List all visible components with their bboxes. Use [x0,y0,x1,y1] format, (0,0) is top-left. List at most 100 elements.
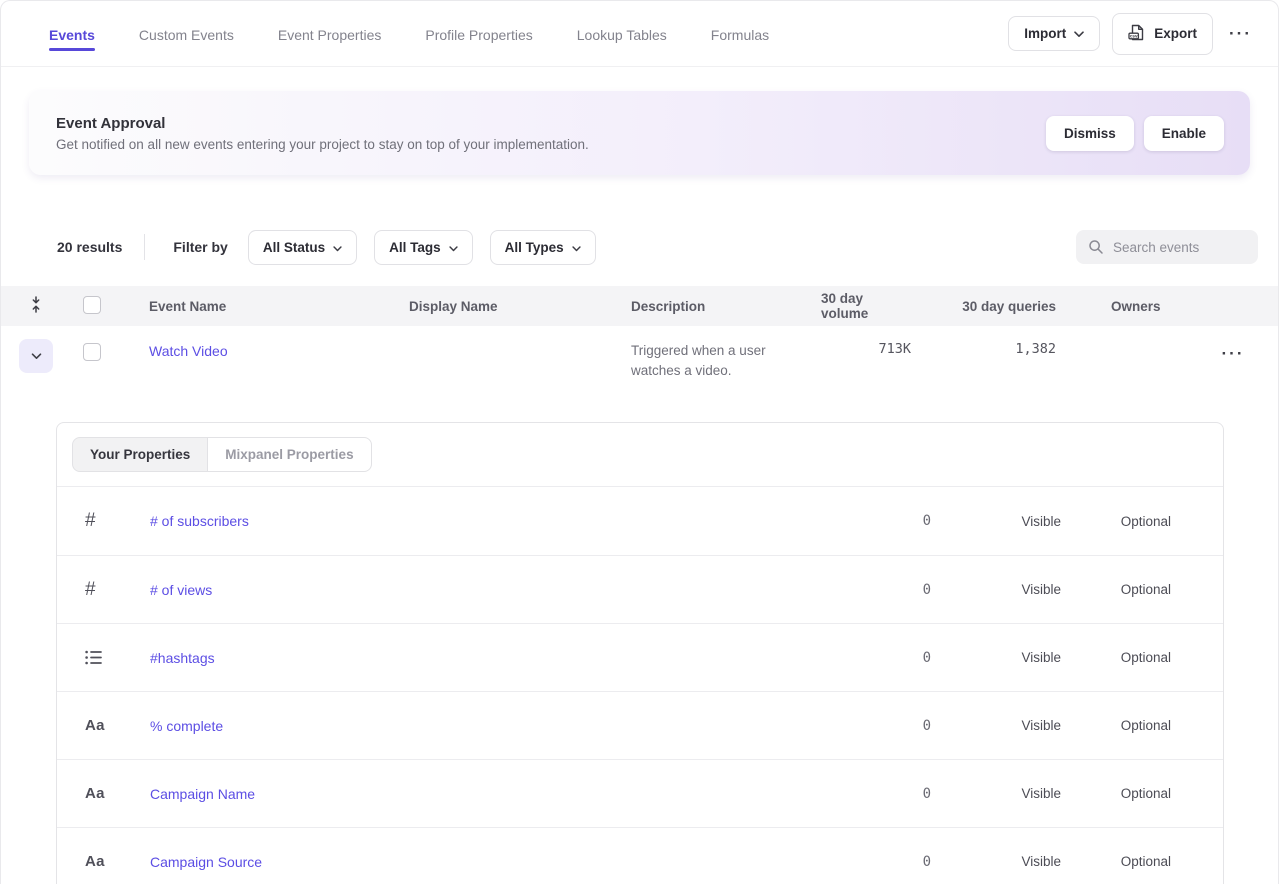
chevron-down-icon [333,240,342,255]
property-requirement: Optional [1121,718,1171,733]
import-button-label: Import [1024,26,1066,41]
property-visibility: Visible [1021,786,1061,801]
export-button[interactable]: csv Export [1112,13,1213,55]
col-display-name: Display Name [409,299,631,314]
dismiss-button[interactable]: Dismiss [1046,116,1134,151]
chevron-down-icon [449,240,458,255]
properties-tabs-bar: Your PropertiesMixpanel Properties [57,423,1223,487]
property-row: #hashtags 0 Visible Optional [57,623,1223,691]
events-table: Event Name Display Name Description 30 d… [1,286,1278,412]
row-checkbox[interactable] [83,343,101,361]
property-query-count: 0 [923,786,931,802]
property-requirement: Optional [1121,582,1171,597]
banner-title: Event Approval [56,115,589,132]
search-box [1076,230,1258,264]
event-approval-banner: Event Approval Get notified on all new e… [29,91,1250,175]
property-requirement: Optional [1121,854,1171,869]
tab-lookup-tables[interactable]: Lookup Tables [577,4,667,63]
property-visibility: Visible [1021,582,1061,597]
property-visibility: Visible [1021,854,1061,869]
property-name-link[interactable]: Campaign Name [150,786,821,802]
import-button[interactable]: Import [1008,16,1100,51]
property-query-count: 0 [923,718,931,734]
event-30-day-queries: 1,382 [1015,341,1061,357]
property-rows: # # of subscribers 0 Visible Optional # … [57,487,1223,884]
tab-profile-properties[interactable]: Profile Properties [425,4,532,63]
property-type-cell: Aa [57,853,150,871]
property-name-link[interactable]: # of views [150,582,821,598]
property-name-link[interactable]: #hashtags [150,650,821,666]
more-options-button[interactable]: ··· [1225,19,1256,48]
hash-icon: # [85,579,96,600]
status-filter-dropdown[interactable]: All Status [248,230,357,265]
filter-by-label: Filter by [173,239,227,255]
events-table-header: Event Name Display Name Description 30 d… [1,286,1278,326]
property-query-count: 0 [923,854,931,870]
property-row: Aa Campaign Source 0 Visible Optional [57,827,1223,884]
collapse-row-button[interactable] [19,339,53,373]
property-row: # # of subscribers 0 Visible Optional [57,487,1223,555]
property-type-cell: Aa [57,717,150,735]
export-button-label: Export [1154,26,1197,41]
text-icon: Aa [85,717,105,734]
enable-button[interactable]: Enable [1144,116,1224,151]
property-type-cell: Aa [57,785,150,803]
tags-filter-dropdown[interactable]: All Tags [374,230,473,265]
collapse-rows-icon[interactable] [29,296,43,316]
property-name-link[interactable]: Campaign Source [150,854,821,870]
property-type-cell [57,649,150,666]
tab-event-properties[interactable]: Event Properties [278,4,382,63]
property-visibility: Visible [1021,718,1061,733]
chevron-down-icon [1074,26,1084,41]
property-requirement: Optional [1121,650,1171,665]
lexicon-events-page: Events Custom Events Event Properties Profi… [0,0,1279,884]
svg-text:csv: csv [1130,33,1138,38]
event-row-more-button[interactable]: ··· [1218,339,1249,368]
col-description: Description [631,299,821,314]
banner-actions: Dismiss Enable [1046,116,1224,151]
chevron-down-icon [572,240,581,255]
property-name-link[interactable]: # of subscribers [150,513,821,529]
tab-mixpanel-properties[interactable]: Mixpanel Properties [207,437,371,472]
csv-file-icon: csv [1128,23,1146,45]
col-30-day-volume: 30 day volume [821,291,921,321]
event-name-link[interactable]: Watch Video [149,343,228,359]
property-visibility: Visible [1021,650,1061,665]
banner-text: Event Approval Get notified on all new e… [46,115,589,152]
search-input[interactable] [1113,240,1246,255]
select-all-checkbox[interactable] [83,296,101,314]
types-filter-label: All Types [505,240,564,255]
status-filter-label: All Status [263,240,325,255]
nav-tabs: Events Custom Events Event Properties Profi… [49,4,769,63]
banner-description: Get notified on all new events entering … [56,137,589,152]
types-filter-dropdown[interactable]: All Types [490,230,596,265]
property-requirement: Optional [1121,786,1171,801]
property-row: Aa Campaign Name 0 Visible Optional [57,759,1223,827]
event-30-day-volume: 713K [878,341,921,357]
col-owners: Owners [1111,299,1188,314]
properties-panel: Your PropertiesMixpanel Properties # # o… [56,422,1224,884]
property-query-count: 0 [923,513,931,529]
property-row: # # of views 0 Visible Optional [57,555,1223,623]
property-visibility: Visible [1021,514,1061,529]
col-30-day-queries: 30 day queries [962,299,1061,314]
col-event-name: Event Name [149,299,409,314]
tab-formulas[interactable]: Formulas [711,4,769,63]
property-query-count: 0 [923,582,931,598]
event-row-watch-video: Watch Video Triggered when a user watche… [1,326,1278,412]
filter-bar: 20 results Filter by All Status All Tags… [57,229,1258,265]
nav-actions: Import csv Export ··· [1008,13,1256,55]
property-requirement: Optional [1121,514,1171,529]
tab-custom-events[interactable]: Custom Events [139,4,234,63]
results-count: 20 results [57,239,122,255]
property-name-link[interactable]: % complete [150,718,821,734]
properties-tabs: Your PropertiesMixpanel Properties [72,437,372,472]
tab-your-properties[interactable]: Your Properties [72,437,208,472]
property-type-cell: # [57,579,150,601]
divider [144,234,145,260]
property-row: Aa % complete 0 Visible Optional [57,691,1223,759]
tags-filter-label: All Tags [389,240,441,255]
list-icon [85,649,150,666]
search-icon [1088,239,1104,255]
tab-events[interactable]: Events [49,4,95,63]
